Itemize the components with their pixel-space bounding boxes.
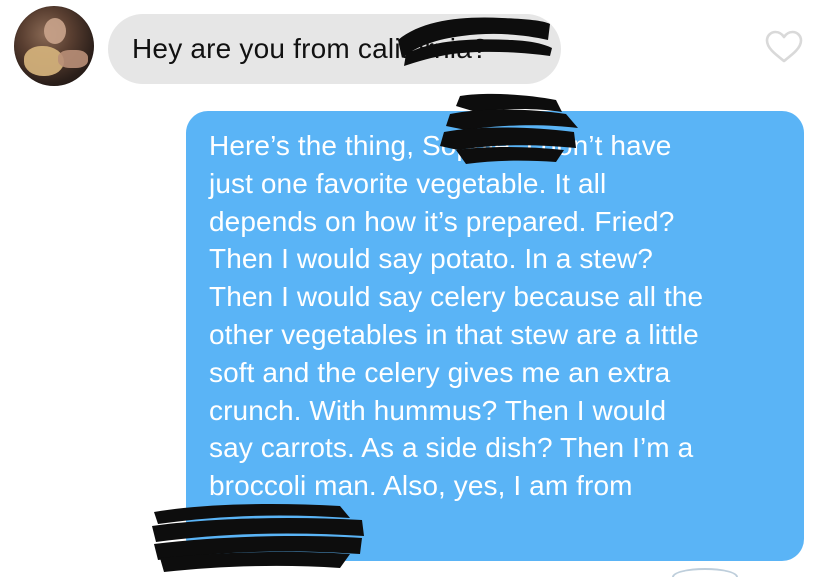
avatar-arm	[58, 50, 88, 68]
heart-icon[interactable]	[765, 30, 803, 64]
avatar-face	[44, 18, 66, 44]
avatar[interactable]	[14, 6, 94, 86]
scroll-indicator	[672, 568, 738, 577]
incoming-message-bubble[interactable]: Hey are you from california?	[108, 14, 561, 84]
chat-screen: Hey are you from california? Here’s the …	[0, 0, 828, 577]
outgoing-message-bubble[interactable]: Here’s the thing, Sophie, I don’t have j…	[186, 111, 804, 561]
incoming-message-text: Hey are you from california?	[132, 33, 488, 64]
outgoing-message-text: Here’s the thing, Sophie, I don’t have j…	[209, 130, 704, 502]
